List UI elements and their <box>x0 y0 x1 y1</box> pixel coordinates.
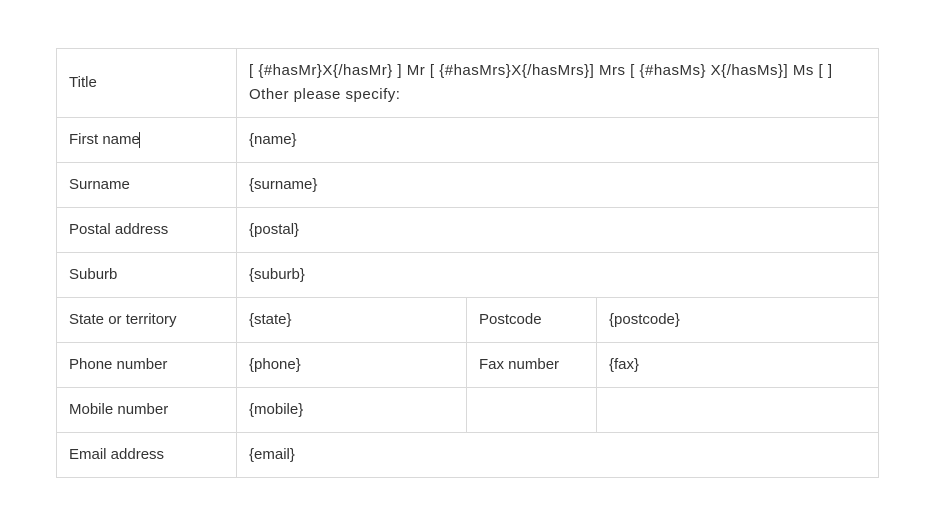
value-fax: {fax} <box>597 343 879 388</box>
row-state-postcode: State or territory {state} Postcode {pos… <box>57 298 879 343</box>
form-table: Title [ {#hasMr}X{/hasMr} ] Mr [ {#hasMr… <box>56 48 879 478</box>
label-state: State or territory <box>57 298 237 343</box>
value-suburb: {suburb} <box>237 253 879 298</box>
value-postcode: {postcode} <box>597 298 879 343</box>
label-first-name-text: First name <box>69 131 140 148</box>
row-email: Email address {email} <box>57 433 879 478</box>
label-phone: Phone number <box>57 343 237 388</box>
row-mobile: Mobile number {mobile} <box>57 388 879 433</box>
row-phone-fax: Phone number {phone} Fax number {fax} <box>57 343 879 388</box>
value-phone: {phone} <box>237 343 467 388</box>
row-postal: Postal address {postal} <box>57 208 879 253</box>
text-cursor-icon <box>139 132 140 148</box>
label-fax: Fax number <box>467 343 597 388</box>
label-suburb: Suburb <box>57 253 237 298</box>
value-first-name: {name} <box>237 118 879 163</box>
value-surname: {surname} <box>237 163 879 208</box>
value-postal: {postal} <box>237 208 879 253</box>
value-state: {state} <box>237 298 467 343</box>
value-title: [ {#hasMr}X{/hasMr} ] Mr [ {#hasMrs}X{/h… <box>237 49 879 118</box>
label-mobile: Mobile number <box>57 388 237 433</box>
row-suburb: Suburb {suburb} <box>57 253 879 298</box>
label-first-name: First name <box>57 118 237 163</box>
label-title: Title <box>57 49 237 118</box>
label-postal: Postal address <box>57 208 237 253</box>
value-email: {email} <box>237 433 879 478</box>
empty-cell-mobile-2 <box>597 388 879 433</box>
label-postcode: Postcode <box>467 298 597 343</box>
empty-cell-mobile-1 <box>467 388 597 433</box>
value-mobile: {mobile} <box>237 388 467 433</box>
label-surname: Surname <box>57 163 237 208</box>
row-first-name: First name {name} <box>57 118 879 163</box>
label-email: Email address <box>57 433 237 478</box>
row-title: Title [ {#hasMr}X{/hasMr} ] Mr [ {#hasMr… <box>57 49 879 118</box>
row-surname: Surname {surname} <box>57 163 879 208</box>
